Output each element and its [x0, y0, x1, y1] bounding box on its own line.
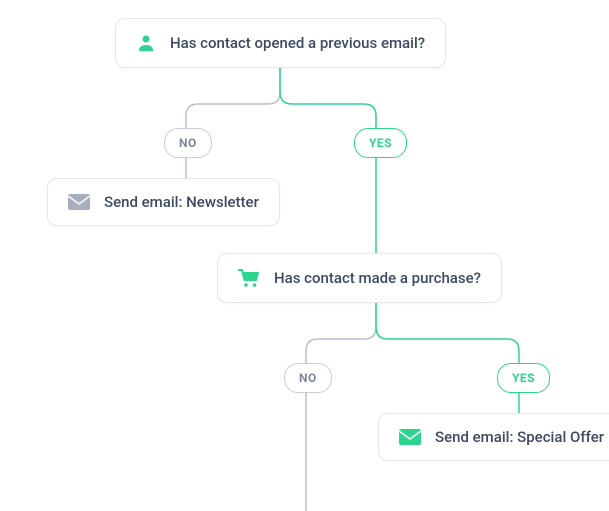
action-label: Send email: Special Offer: [435, 428, 604, 446]
pill-label: YES: [369, 136, 392, 150]
branch-no-1[interactable]: NO: [164, 128, 212, 158]
person-icon: [136, 33, 156, 53]
condition-node-opened-email[interactable]: Has contact opened a previous email?: [115, 18, 446, 68]
condition-node-purchase[interactable]: Has contact made a purchase?: [217, 253, 502, 303]
branch-yes-2[interactable]: YES: [497, 363, 550, 393]
mail-green-icon: [399, 429, 421, 445]
action-node-newsletter[interactable]: Send email: Newsletter: [47, 178, 280, 226]
pill-label: NO: [299, 371, 317, 385]
branch-no-2[interactable]: NO: [284, 363, 332, 393]
pill-label: YES: [512, 371, 535, 385]
condition-label: Has contact made a purchase?: [274, 269, 481, 287]
pill-label: NO: [179, 136, 197, 150]
action-label: Send email: Newsletter: [104, 193, 259, 211]
action-node-special-offer[interactable]: Send email: Special Offer: [378, 413, 609, 461]
condition-label: Has contact opened a previous email?: [170, 34, 425, 52]
cart-icon: [238, 268, 260, 288]
branch-yes-1[interactable]: YES: [354, 128, 407, 158]
mail-gray-icon: [68, 194, 90, 210]
